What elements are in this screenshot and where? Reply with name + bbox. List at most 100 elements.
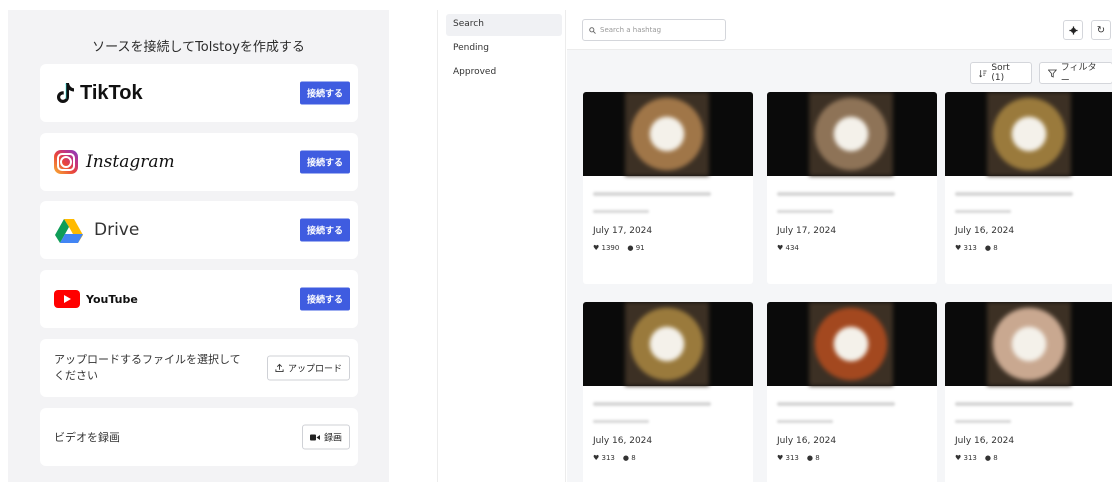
drive-label: Drive	[94, 220, 140, 240]
subcaption-blurred	[593, 210, 649, 213]
hashtag-search-input[interactable]: Search a hashtag	[582, 19, 726, 41]
connect-instagram-button[interactable]: 接続する	[299, 150, 350, 174]
gear-icon	[1068, 25, 1078, 35]
caption-blurred	[777, 402, 895, 406]
instagram-label: Instagram	[86, 152, 175, 172]
video-card[interactable]: July 17, 2024 ♥ 434	[767, 92, 937, 284]
video-thumbnail	[945, 302, 1112, 386]
video-thumbnail	[583, 302, 753, 386]
likes-count: 313	[963, 454, 977, 462]
video-stats: ♥ 1390 ● 91	[593, 244, 645, 252]
instagram-logo: Instagram	[54, 150, 175, 174]
comments-stat: ● 8	[985, 244, 998, 252]
video-card[interactable]: July 16, 2024 ♥ 313 ● 8	[767, 302, 937, 482]
tiktok-label: TikTok	[80, 81, 143, 104]
video-stats: ♥ 434	[777, 244, 799, 252]
tiktok-icon	[57, 83, 74, 103]
comment-icon: ●	[984, 244, 991, 252]
video-date: July 17, 2024	[593, 226, 653, 236]
video-date: July 16, 2024	[955, 436, 1015, 446]
comment-icon: ●	[806, 454, 813, 462]
caption-blurred	[593, 192, 711, 196]
likes-count: 313	[601, 454, 615, 462]
video-stats: ♥ 313 ● 8	[955, 244, 998, 252]
likes-count: 434	[785, 244, 799, 252]
tiktok-logo: TikTok	[54, 81, 143, 105]
comments-stat: ● 8	[985, 454, 998, 462]
video-date: July 16, 2024	[955, 226, 1015, 236]
heart-icon: ♥	[777, 244, 784, 252]
comments-stat: ● 8	[623, 454, 636, 462]
video-thumbnail	[583, 92, 753, 176]
comments-count: 8	[993, 454, 998, 462]
drive-logo: Drive	[54, 217, 139, 243]
tiktok-card: TikTok 接続する	[40, 64, 358, 122]
video-date: July 16, 2024	[593, 436, 653, 446]
likes-stat: ♥ 313	[777, 454, 799, 462]
nav-item-approved[interactable]: Approved	[446, 62, 562, 84]
connect-youtube-button[interactable]: 接続する	[299, 287, 350, 311]
likes-stat: ♥ 1390	[593, 244, 619, 252]
food-image	[987, 92, 1071, 176]
comments-stat: ● 91	[627, 244, 644, 252]
connect-drive-button[interactable]: 接続する	[299, 218, 350, 242]
subcaption-blurred	[955, 420, 1011, 423]
likes-count: 313	[963, 244, 977, 252]
connect-tiktok-button[interactable]: 接続する	[299, 81, 350, 105]
hashtag-main: Search a hashtag ↻ Sort (1) フィルター July 1…	[567, 10, 1112, 482]
filter-label: フィルター	[1060, 63, 1097, 86]
likes-count: 313	[785, 454, 799, 462]
settings-button[interactable]	[1063, 20, 1083, 40]
likes-count: 1390	[601, 244, 620, 252]
heart-icon: ♥	[593, 244, 600, 252]
comments-count: 8	[993, 244, 998, 252]
caption-blurred	[955, 192, 1073, 196]
comments-count: 8	[631, 454, 636, 462]
video-card[interactable]: July 16, 2024 ♥ 313 ● 8	[583, 302, 753, 482]
video-card[interactable]: July 16, 2024 ♥ 313 ● 8	[945, 92, 1112, 284]
caption-blurred	[777, 192, 895, 196]
record-button-label: 録画	[323, 433, 342, 444]
drive-icon	[55, 219, 83, 243]
food-image	[987, 302, 1071, 386]
filter-button[interactable]: フィルター	[1039, 62, 1112, 86]
video-card[interactable]: July 17, 2024 ♥ 1390 ● 91	[583, 92, 753, 284]
nav-item-pending[interactable]: Pending	[446, 38, 562, 60]
sort-label: Sort (1)	[991, 63, 1010, 83]
video-thumbnail	[767, 92, 937, 176]
subcaption-blurred	[777, 420, 833, 423]
comments-count: 8	[815, 454, 820, 462]
video-stats: ♥ 313 ● 8	[955, 454, 998, 462]
drive-card: Drive 接続する	[40, 201, 358, 259]
likes-stat: ♥ 313	[955, 454, 977, 462]
food-image	[809, 92, 893, 176]
instagram-card: Instagram 接続する	[40, 133, 358, 191]
subcaption-blurred	[593, 420, 649, 423]
sort-icon	[979, 69, 987, 77]
record-card: ビデオを録画 録画	[40, 408, 358, 466]
video-stats: ♥ 313 ● 8	[593, 454, 636, 462]
video-camera-icon	[309, 434, 320, 440]
youtube-label: YouTube	[86, 292, 138, 306]
filter-icon	[1048, 69, 1057, 78]
search-icon	[589, 26, 596, 34]
hashtag-sidenav: Search Pending Approved	[438, 10, 566, 482]
heart-icon: ♥	[593, 454, 600, 462]
search-placeholder: Search a hashtag	[600, 26, 662, 34]
sort-button[interactable]: Sort (1)	[970, 62, 1032, 84]
nav-item-search[interactable]: Search	[446, 14, 562, 36]
caption-blurred	[593, 402, 711, 406]
video-date: July 16, 2024	[777, 436, 837, 446]
youtube-logo: YouTube	[54, 290, 138, 308]
record-button[interactable]: 録画	[301, 424, 350, 450]
food-image	[625, 302, 709, 386]
video-card[interactable]: July 16, 2024 ♥ 313 ● 8	[945, 302, 1112, 482]
upload-description: アップロードするファイルを選択してください	[54, 353, 241, 382]
comment-icon: ●	[627, 244, 634, 252]
record-description: ビデオを録画	[54, 431, 120, 444]
upload-button-label: アップロード	[287, 364, 342, 375]
refresh-button[interactable]: ↻	[1091, 20, 1111, 40]
panel-title: ソースを接続してTolstoyを作成する	[92, 40, 305, 55]
likes-stat: ♥ 313	[593, 454, 615, 462]
upload-button[interactable]: アップロード	[266, 355, 350, 381]
